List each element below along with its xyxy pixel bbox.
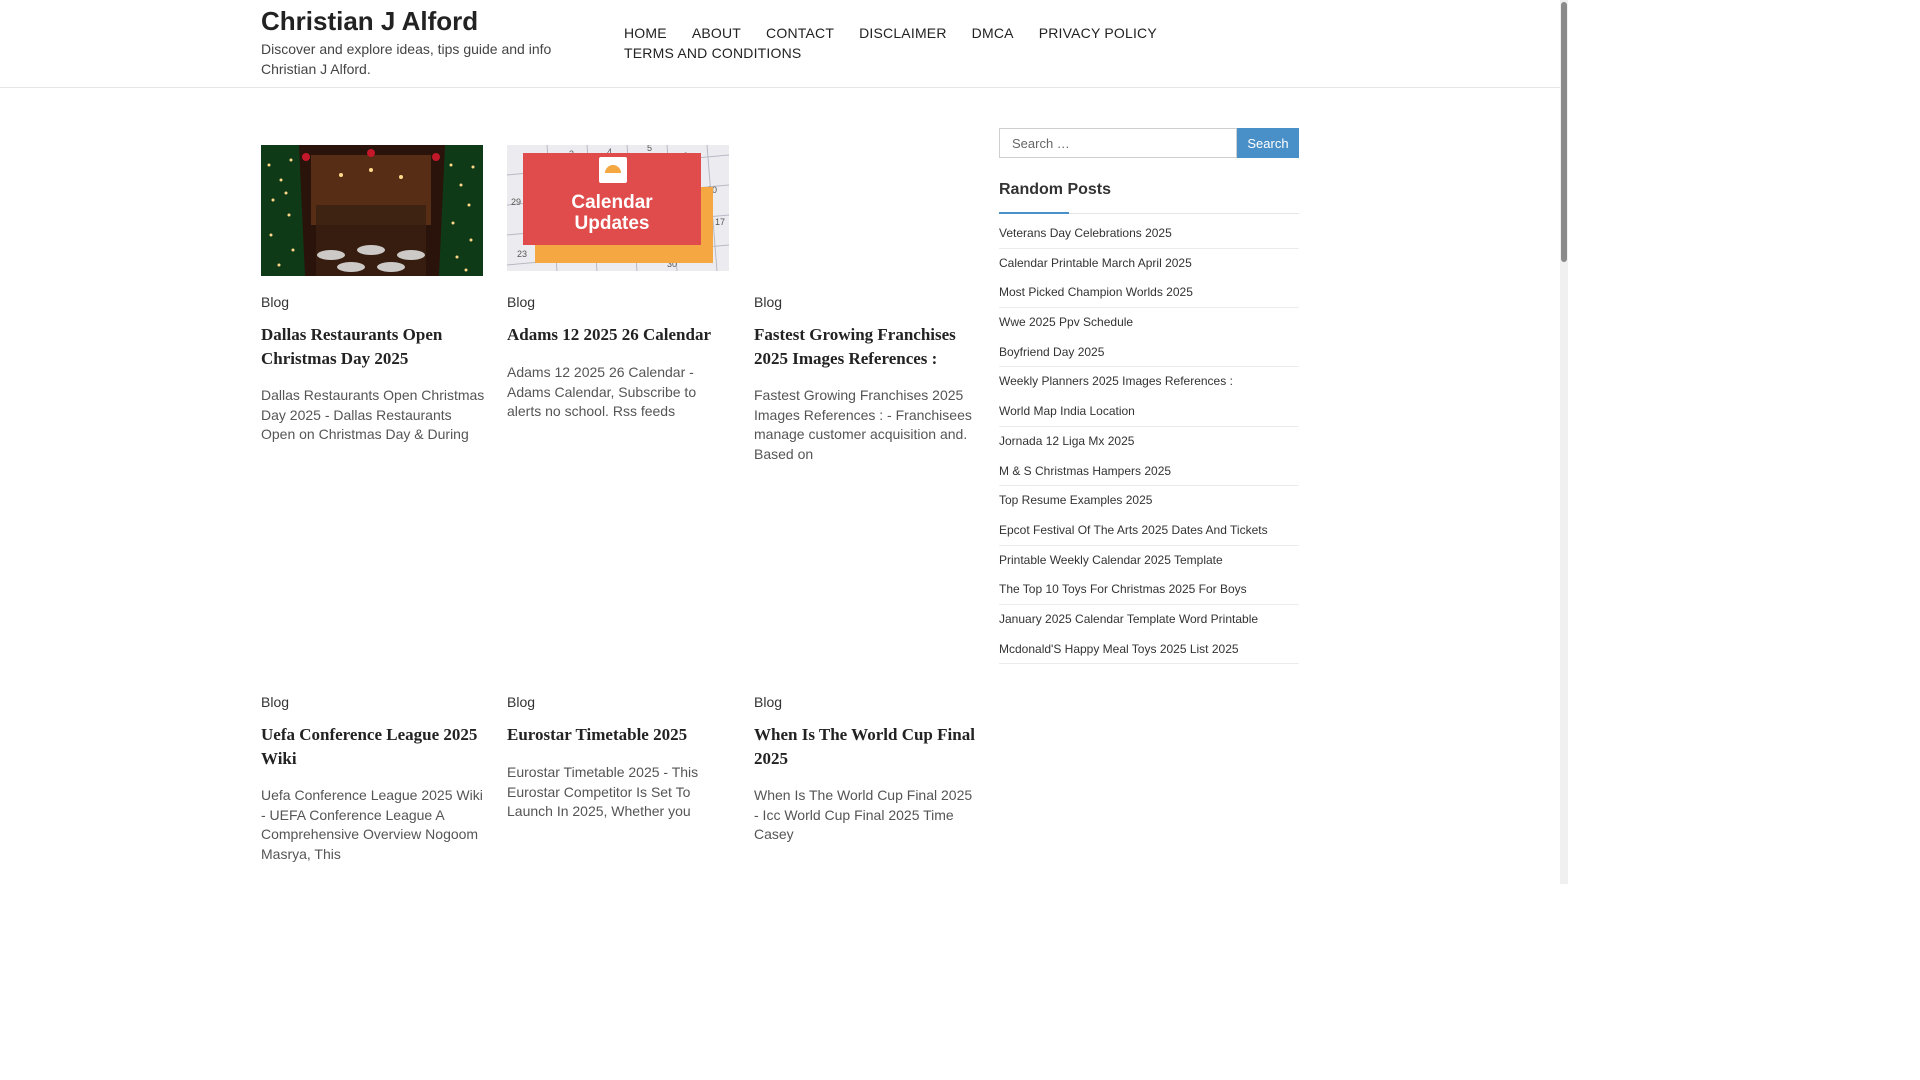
post-card: 3 4 5 6 10 17 23 25 29 30 Calendar Updat… xyxy=(507,145,729,419)
search-button[interactable]: Search xyxy=(1237,128,1299,158)
calendar-number: 23 xyxy=(517,249,527,259)
calendar-image: 3 4 5 6 10 17 23 25 29 30 Calendar Updat… xyxy=(507,145,729,271)
scrollbar-thumb[interactable] xyxy=(1561,2,1567,262)
random-post-item[interactable]: World Map India Location xyxy=(999,397,1299,427)
post-excerpt: Eurostar Timetable 2025 - This Eurostar … xyxy=(507,764,699,820)
random-post-item[interactable]: The Top 10 Toys For Christmas 2025 For B… xyxy=(999,575,1299,605)
main-nav: HOME ABOUT CONTACT DISCLAIMER DMCA PRIVA… xyxy=(624,23,1184,63)
calendar-number: 29 xyxy=(511,197,521,207)
post-category[interactable]: Blog xyxy=(754,294,782,310)
post-title[interactable]: Eurostar Timetable 2025 xyxy=(507,723,732,747)
calendar-number: 5 xyxy=(647,145,652,153)
random-post-item[interactable]: Veterans Day Celebrations 2025 xyxy=(999,219,1299,249)
post-excerpt: Adams 12 2025 26 Calendar - Adams Calend… xyxy=(507,364,697,420)
calendar-number: 17 xyxy=(715,217,725,227)
calendar-image-text-line2: Updates xyxy=(575,213,650,234)
post-title[interactable]: Adams 12 2025 26 Calendar xyxy=(507,323,732,347)
random-post-item[interactable]: Epcot Festival Of The Arts 2025 Dates An… xyxy=(999,516,1299,546)
random-post-item[interactable]: Printable Weekly Calendar 2025 Template xyxy=(999,546,1299,576)
calendar-image-text-line1: Calendar xyxy=(571,192,653,213)
random-post-item[interactable]: Calendar Printable March April 2025 xyxy=(999,249,1299,279)
random-post-item[interactable]: Most Picked Champion Worlds 2025 xyxy=(999,278,1299,309)
post-title[interactable]: Dallas Restaurants Open Christmas Day 20… xyxy=(261,323,486,371)
post-title[interactable]: Uefa Conference League 2025 Wiki xyxy=(261,723,486,771)
post-category[interactable]: Blog xyxy=(507,694,535,710)
random-post-item[interactable]: January 2025 Calendar Template Word Prin… xyxy=(999,605,1299,635)
random-post-item[interactable]: Boyfriend Day 2025 xyxy=(999,338,1299,368)
nav-home[interactable]: HOME xyxy=(624,23,667,43)
random-post-item[interactable]: Wwe 2025 Ppv Schedule xyxy=(999,308,1299,338)
site-header: Christian J Alford Discover and explore … xyxy=(0,0,1560,88)
post-category[interactable]: Blog xyxy=(754,694,782,710)
post-title[interactable]: When Is The World Cup Final 2025 xyxy=(754,723,979,771)
restaurant-image xyxy=(261,145,483,276)
random-post-item[interactable]: Mcdonald'S Happy Meal Toys 2025 List 202… xyxy=(999,635,1299,665)
post-excerpt: Uefa Conference League 2025 Wiki - UEFA … xyxy=(261,787,483,862)
page-scrollbar[interactable] xyxy=(1560,0,1568,884)
site-title[interactable]: Christian J Alford xyxy=(261,6,478,37)
nav-contact[interactable]: CONTACT xyxy=(766,23,834,43)
post-excerpt: Dallas Restaurants Open Christmas Day 20… xyxy=(261,387,485,443)
random-post-item[interactable]: Weekly Planners 2025 Images References : xyxy=(999,367,1299,397)
nav-about[interactable]: ABOUT xyxy=(692,23,741,43)
post-card: Blog Dallas Restaurants Open Christmas D… xyxy=(261,145,484,442)
nav-dmca[interactable]: DMCA xyxy=(972,23,1014,43)
post-category[interactable]: Blog xyxy=(261,294,289,310)
post-category[interactable]: Blog xyxy=(261,694,289,710)
random-post-item[interactable]: Top Resume Examples 2025 xyxy=(999,486,1299,516)
post-title[interactable]: Fastest Growing Franchises 2025 Images R… xyxy=(754,323,979,371)
random-post-item[interactable]: M & S Christmas Hampers 2025 xyxy=(999,457,1299,487)
random-posts-list: Veterans Day Celebrations 2025 Calendar … xyxy=(999,219,1299,665)
post-excerpt: When Is The World Cup Final 2025 - Icc W… xyxy=(754,787,973,843)
sidebar: Search Random Posts Veterans Day Celebra… xyxy=(999,128,1299,665)
site-description: Discover and explore ideas, tips guide a… xyxy=(261,41,552,77)
post-thumbnail-calendar[interactable]: 3 4 5 6 10 17 23 25 29 30 Calendar Updat… xyxy=(507,145,729,271)
random-posts-heading: Random Posts xyxy=(999,181,1299,214)
nav-terms-and-conditions[interactable]: TERMS AND CONDITIONS xyxy=(624,43,801,63)
search-form: Search xyxy=(999,128,1299,158)
post-category[interactable]: Blog xyxy=(507,294,535,310)
search-input[interactable] xyxy=(999,128,1237,158)
post-excerpt: Fastest Growing Franchises 2025 Images R… xyxy=(754,387,972,462)
nav-privacy-policy[interactable]: PRIVACY POLICY xyxy=(1039,23,1157,43)
nav-disclaimer[interactable]: DISCLAIMER xyxy=(859,23,947,43)
random-post-item[interactable]: Jornada 12 Liga Mx 2025 xyxy=(999,427,1299,457)
post-thumbnail-restaurant[interactable] xyxy=(261,145,483,276)
